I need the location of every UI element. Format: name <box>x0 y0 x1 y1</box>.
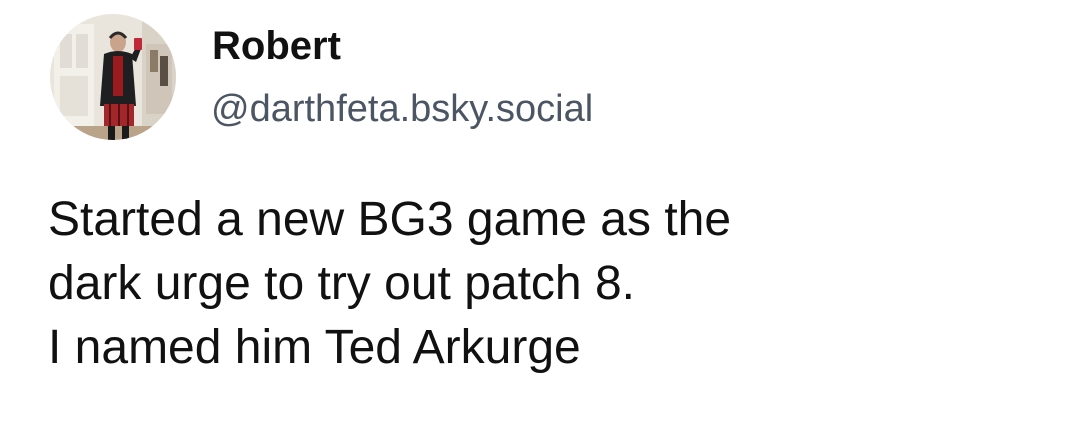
author-display-name[interactable]: Robert <box>212 22 341 70</box>
post-card[interactable]: Robert @darthfeta.bsky.social Started a … <box>0 0 1079 429</box>
avatar-photo <box>50 14 176 140</box>
post-text: Started a new BG3 game as the dark urge … <box>48 188 1048 380</box>
post-text-line: dark urge to try out patch 8. <box>48 257 635 310</box>
avatar[interactable] <box>50 14 176 140</box>
post-text-line: I named him Ted Arkurge <box>48 321 581 374</box>
author-handle[interactable]: @darthfeta.bsky.social <box>211 86 593 132</box>
post-text-line: Started a new BG3 game as the <box>48 193 732 246</box>
